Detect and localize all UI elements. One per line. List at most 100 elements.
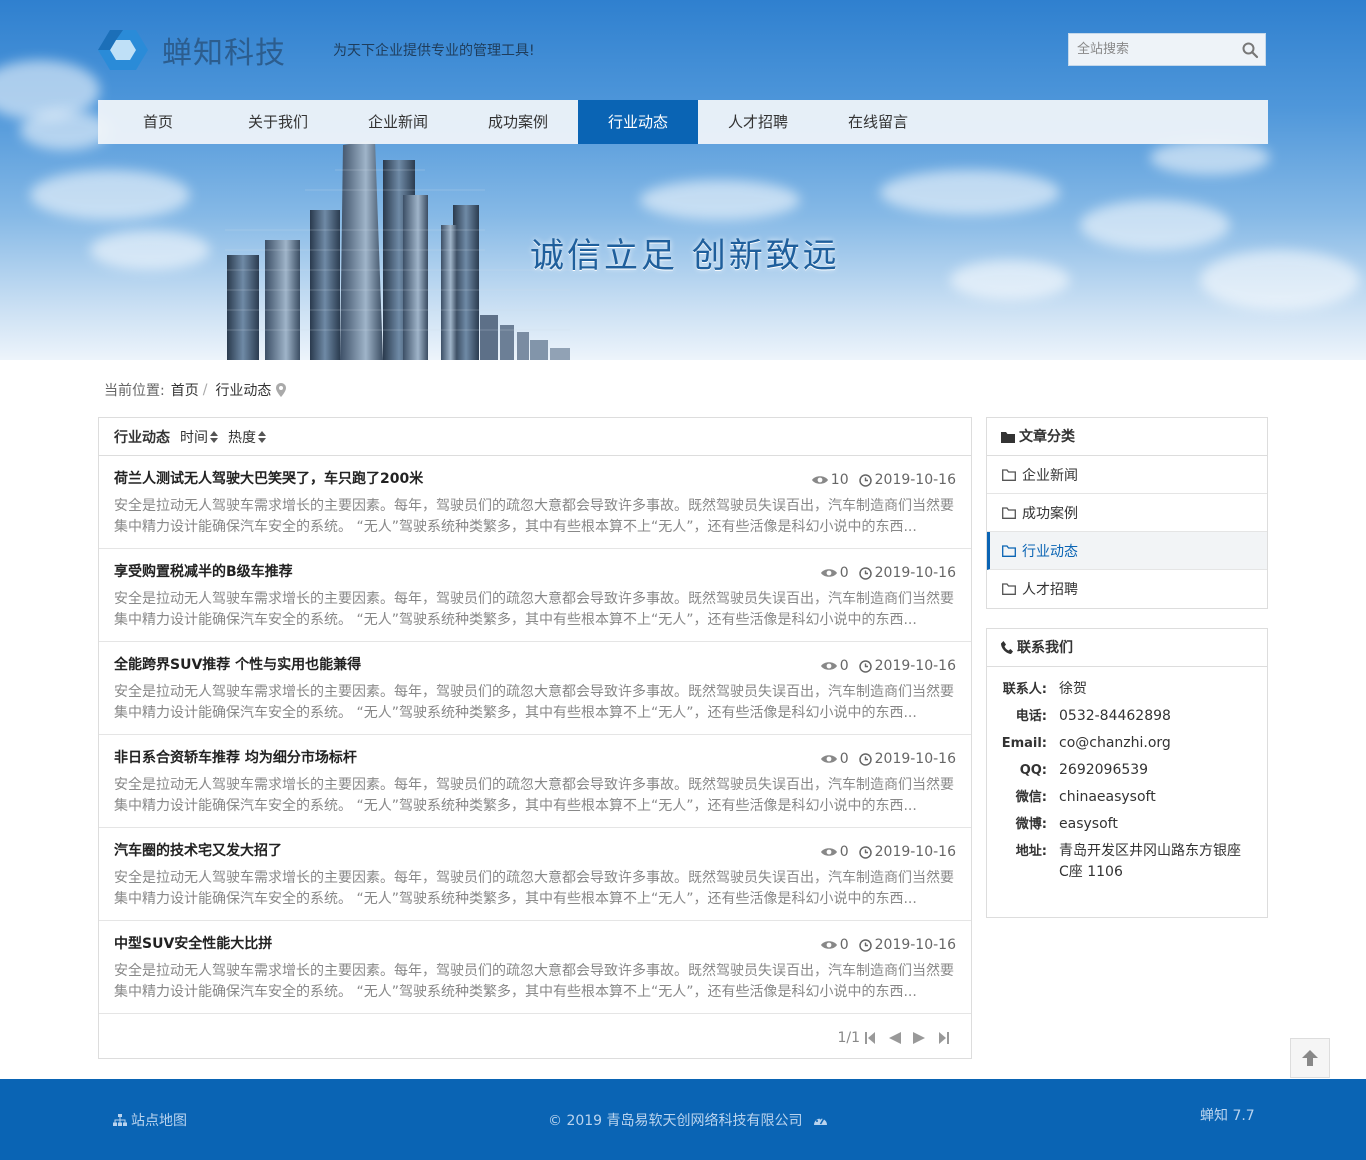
eye-icon xyxy=(820,662,837,670)
list-title: 行业动态 xyxy=(114,429,170,446)
copyright-text: © 2019 青岛易软天创网络科技有限公司 xyxy=(548,1113,803,1129)
breadcrumb-current: 行业动态 xyxy=(215,383,272,399)
contact-label: Email: xyxy=(1001,736,1047,751)
folder-outline-icon xyxy=(1002,468,1016,481)
header-banner: 蝉知科技 为天下企业提供专业的管理工具! 首页 关于我们 企业新闻 成功案例 行… xyxy=(0,0,1366,360)
site-slogan: 为天下企业提供专业的管理工具! xyxy=(333,43,535,59)
category-panel-header: 文章分类 xyxy=(987,418,1267,456)
eye-icon xyxy=(820,569,837,577)
powered-by-link[interactable]: 蝉知 7.7 xyxy=(1200,1105,1255,1125)
article-date: 2019-10-16 xyxy=(858,472,956,488)
cloud-decoration xyxy=(20,110,110,150)
views-count: 0 xyxy=(839,565,849,581)
back-to-top-button[interactable] xyxy=(1290,1038,1330,1078)
clock-icon xyxy=(858,659,872,673)
nav-item-company-news[interactable]: 企业新闻 xyxy=(338,100,458,144)
banner-title: 诚信立足 创新致远 xyxy=(530,236,840,276)
site-logo[interactable]: 蝉知科技 xyxy=(98,28,286,72)
views-count: 0 xyxy=(839,844,849,860)
prev-page-icon[interactable] xyxy=(889,1032,901,1044)
clock-icon xyxy=(858,938,872,952)
contact-value[interactable]: co@chanzhi.org xyxy=(1059,733,1249,754)
breadcrumb: 当前位置: 首页 / 行业动态 xyxy=(104,380,287,400)
article-meta: 0 2019-10-16 xyxy=(820,658,956,674)
search-input[interactable] xyxy=(1069,34,1239,65)
category-item-industry-news[interactable]: 行业动态 xyxy=(987,532,1267,570)
last-page-icon[interactable] xyxy=(939,1032,949,1044)
article-views: 0 xyxy=(820,937,849,953)
category-panel-title: 文章分类 xyxy=(1019,428,1075,445)
nav-item-message[interactable]: 在线留言 xyxy=(818,100,938,144)
nav-item-cases[interactable]: 成功案例 xyxy=(458,100,578,144)
sort-by-hot[interactable]: 热度 xyxy=(228,427,266,447)
article-summary: 安全是拉动无人驾驶车需求增长的主要因素。每年，驾驶员们的疏忽大意都会导致许多事故… xyxy=(114,963,954,1000)
contact-label: QQ: xyxy=(1019,763,1047,778)
breadcrumb-home-link[interactable]: 首页 xyxy=(171,380,199,400)
article-list-panel: 行业动态 时间 热度 荷兰人测试无人驾驶大巴笑哭了，车只跑了200米 10 20… xyxy=(98,417,972,1059)
contact-value[interactable]: easysoft xyxy=(1059,814,1249,835)
list-header: 行业动态 时间 热度 xyxy=(99,418,971,456)
date-value: 2019-10-16 xyxy=(874,565,956,581)
category-item-company-news[interactable]: 企业新闻 xyxy=(987,456,1267,494)
sort-by-time[interactable]: 时间 xyxy=(180,427,218,447)
search-icon[interactable] xyxy=(1241,41,1259,59)
eye-icon xyxy=(820,848,837,856)
main-nav: 首页 关于我们 企业新闻 成功案例 行业动态 人才招聘 在线留言 xyxy=(98,100,1268,144)
list-item: 全能跨界SUV推荐 个性与实用也能兼得 0 2019-10-16 安全是拉动无人… xyxy=(99,642,971,735)
contact-panel: 联系我们 联系人: 徐贺 电话: 0532-84462898 Email: co… xyxy=(986,628,1268,918)
article-meta: 0 2019-10-16 xyxy=(820,937,956,953)
nav-item-about[interactable]: 关于我们 xyxy=(218,100,338,144)
logo-icon xyxy=(98,30,148,70)
article-views: 10 xyxy=(811,472,849,488)
category-label: 人才招聘 xyxy=(1022,582,1078,598)
eye-icon xyxy=(811,476,828,484)
contact-panel-title: 联系我们 xyxy=(1017,639,1073,656)
views-count: 0 xyxy=(839,658,849,674)
cloud-decoration xyxy=(950,260,1070,300)
article-date: 2019-10-16 xyxy=(858,658,956,674)
dashboard-icon[interactable] xyxy=(813,1114,828,1127)
category-item-jobs[interactable]: 人才招聘 xyxy=(987,570,1267,608)
pagination: 1/1 xyxy=(837,1030,949,1046)
contact-label: 电话: xyxy=(1015,709,1047,724)
next-page-icon[interactable] xyxy=(913,1032,925,1044)
nav-item-jobs[interactable]: 人才招聘 xyxy=(698,100,818,144)
article-summary: 安全是拉动无人驾驶车需求增长的主要因素。每年，驾驶员们的疏忽大意都会导致许多事故… xyxy=(114,591,954,628)
list-item: 荷兰人测试无人驾驶大巴笑哭了，车只跑了200米 10 2019-10-16 安全… xyxy=(99,456,971,549)
clock-icon xyxy=(858,473,872,487)
category-label: 成功案例 xyxy=(1022,505,1078,522)
breadcrumb-separator: / xyxy=(202,382,208,398)
folder-icon xyxy=(1001,431,1015,443)
nav-item-home[interactable]: 首页 xyxy=(98,100,218,144)
article-summary: 安全是拉动无人驾驶车需求增长的主要因素。每年，驾驶员们的疏忽大意都会导致许多事故… xyxy=(114,777,954,814)
sort-icon xyxy=(210,430,218,443)
contact-value[interactable]: 2692096539 xyxy=(1059,760,1249,781)
category-label: 行业动态 xyxy=(1022,543,1078,560)
sort-time-label: 时间 xyxy=(180,429,208,446)
sitemap-label: 站点地图 xyxy=(131,1113,187,1129)
brand-name: 蝉知科技 xyxy=(162,36,286,71)
first-page-icon[interactable] xyxy=(865,1032,875,1044)
contact-value[interactable]: 0532-84462898 xyxy=(1059,706,1249,727)
contact-value: 青岛开发区井冈山路东方银座C座 1106 xyxy=(1059,843,1241,880)
map-marker-icon xyxy=(276,383,287,397)
contact-row-phone: 电话: 0532-84462898 xyxy=(987,706,1267,727)
sitemap-link[interactable]: 站点地图 xyxy=(113,1110,187,1130)
eye-icon xyxy=(820,755,837,763)
cloud-decoration xyxy=(1080,200,1230,250)
contact-row-qq: QQ: 2692096539 xyxy=(987,760,1267,781)
folder-outline-icon xyxy=(1002,583,1016,595)
contact-label: 地址: xyxy=(1015,844,1047,859)
sort-hot-label: 热度 xyxy=(228,429,256,446)
contact-row-email: Email: co@chanzhi.org xyxy=(987,733,1267,754)
cloud-decoration xyxy=(30,170,190,220)
date-value: 2019-10-16 xyxy=(874,472,956,488)
nav-item-industry-news[interactable]: 行业动态 xyxy=(578,100,698,144)
contact-label: 微信: xyxy=(1015,790,1047,805)
article-summary: 安全是拉动无人驾驶车需求增长的主要因素。每年，驾驶员们的疏忽大意都会导致许多事故… xyxy=(114,870,954,907)
cloud-decoration xyxy=(880,170,1060,215)
contact-label: 微博: xyxy=(1015,817,1047,832)
contact-row-person: 联系人: 徐贺 xyxy=(987,679,1267,700)
arrow-up-icon xyxy=(1302,1050,1318,1066)
category-item-cases[interactable]: 成功案例 xyxy=(987,494,1267,532)
